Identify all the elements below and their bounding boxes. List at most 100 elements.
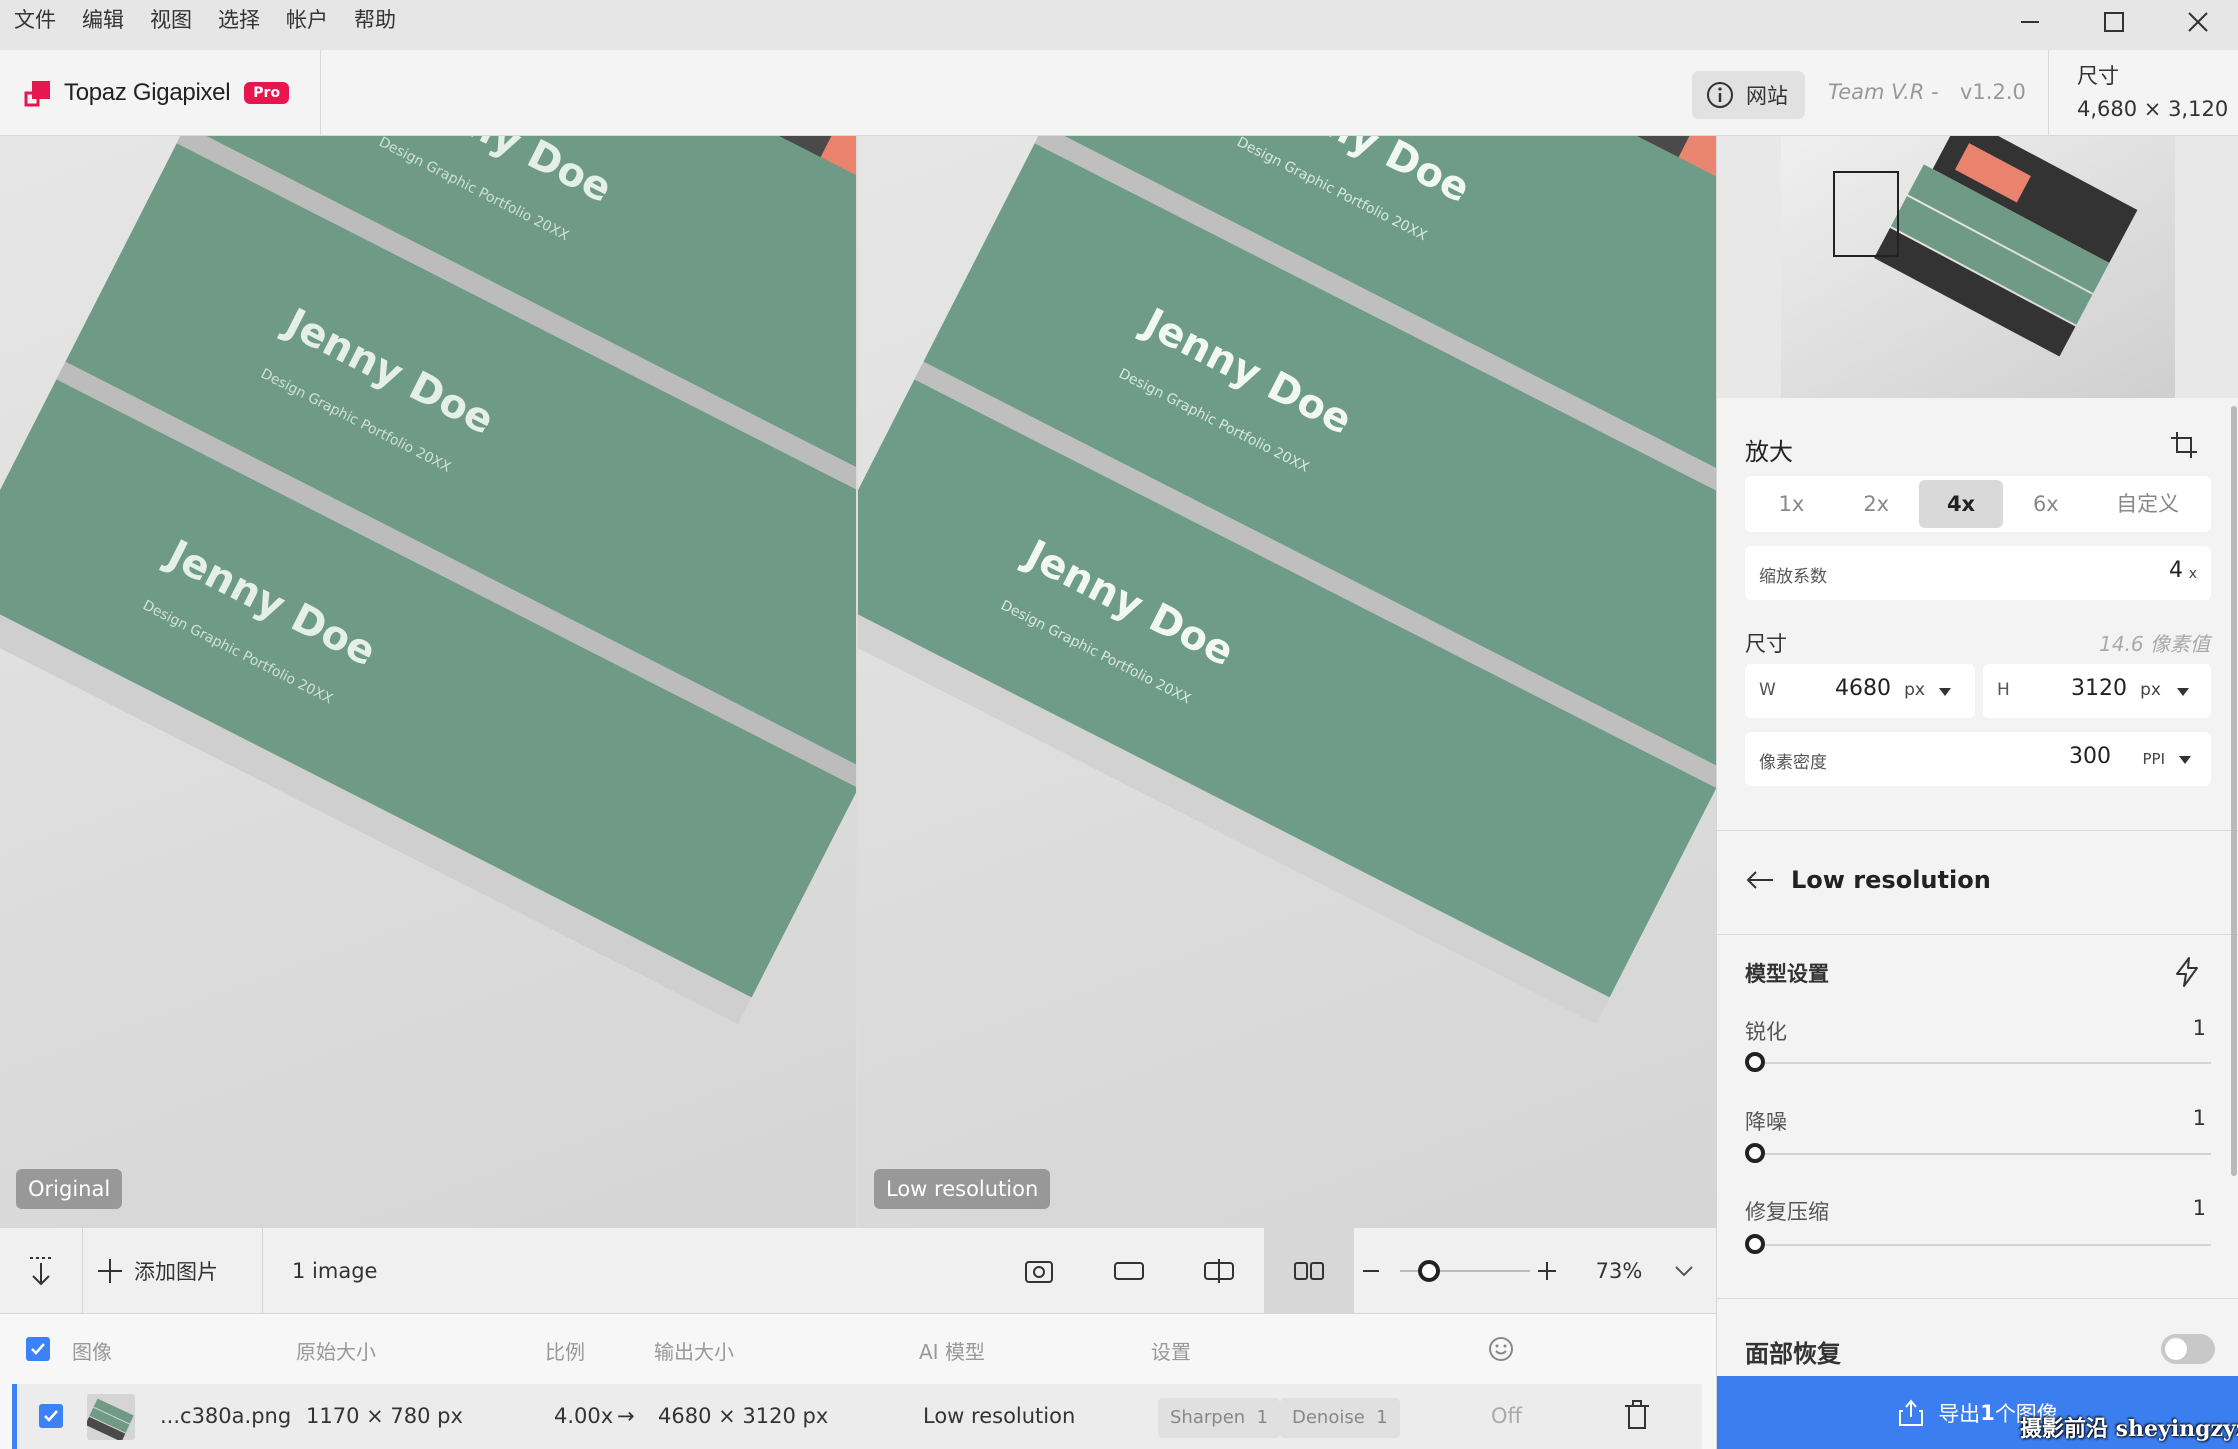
model-back-button[interactable]: Low resolution xyxy=(1745,866,1991,894)
enhanced-pane[interactable]: Jenny Doe Jenny Doe Jenny Doe Design Gra… xyxy=(858,136,1716,1227)
plus-icon xyxy=(1538,1262,1556,1280)
zoom-slider-thumb[interactable] xyxy=(1417,1260,1440,1282)
single-view-button[interactable] xyxy=(1098,1228,1160,1314)
menu-help[interactable]: 帮助 xyxy=(341,0,409,50)
col-image[interactable]: 图像 xyxy=(72,1336,112,1365)
navigator-thumbnail[interactable] xyxy=(1781,136,2175,398)
width-unit: px xyxy=(1904,680,1925,700)
denoise-slider-thumb[interactable] xyxy=(1745,1143,1765,1163)
sharpen-slider-thumb[interactable] xyxy=(1745,1052,1765,1072)
width-unit-caret[interactable] xyxy=(1939,688,1951,696)
table-row[interactable]: ...c380a.png 1170 × 780 px 4.00x → 4680 … xyxy=(12,1384,1702,1449)
original-pane[interactable]: Jenny Doe Jenny Doe Jenny Doe Design Gra… xyxy=(0,136,856,1227)
col-scale[interactable]: 比例 xyxy=(545,1336,585,1365)
height-field[interactable]: H 3120 px xyxy=(1983,664,2211,718)
row-scale: 4.00x xyxy=(554,1404,614,1428)
row-checkbox[interactable] xyxy=(39,1404,63,1428)
panel-scrollbar[interactable] xyxy=(2231,406,2237,1176)
sharpen-pill-label: Sharpen xyxy=(1170,1407,1246,1428)
select-all-checkbox[interactable] xyxy=(26,1337,50,1361)
zoom-level[interactable]: 73% xyxy=(1586,1228,1652,1314)
ppi-label: 像素密度 xyxy=(1759,753,1827,773)
scale-factor-field[interactable]: 缩放系数 4 x xyxy=(1745,546,2211,600)
single-view-icon xyxy=(1114,1262,1144,1280)
version-label: v1.2.0 xyxy=(1960,80,2026,104)
menu-view[interactable]: 视图 xyxy=(137,0,205,50)
zoom-out-button[interactable] xyxy=(1358,1228,1384,1314)
width-value[interactable]: 4680 xyxy=(1835,676,1891,701)
menu-edit[interactable]: 编辑 xyxy=(69,0,137,50)
sharpen-pill: Sharpen 1 xyxy=(1158,1398,1281,1438)
scale-tab-4x[interactable]: 4x xyxy=(1918,480,2004,528)
camera-icon xyxy=(1025,1261,1053,1283)
zoom-dropdown-button[interactable] xyxy=(1664,1228,1704,1314)
ppi-field[interactable]: 像素密度 300 PPI xyxy=(1745,732,2211,786)
col-settings[interactable]: 设置 xyxy=(1151,1336,1191,1365)
denoise-value[interactable]: 1 xyxy=(2193,1106,2206,1130)
menu-file[interactable]: 文件 xyxy=(0,0,69,50)
upscale-title: 放大 xyxy=(1745,438,1793,466)
navigator-viewport[interactable] xyxy=(1833,171,1899,257)
preview-area[interactable]: Jenny Doe Jenny Doe Jenny Doe Design Gra… xyxy=(0,136,1716,1227)
row-face-recovery: Off xyxy=(1491,1404,1522,1428)
compression-value[interactable]: 1 xyxy=(2193,1196,2206,1220)
zoom-in-button[interactable] xyxy=(1534,1228,1560,1314)
dimensions-title: 尺寸 xyxy=(2077,64,2119,88)
menu-account[interactable]: 帐户 xyxy=(273,0,341,50)
check-icon xyxy=(31,1343,45,1355)
close-button[interactable] xyxy=(2156,0,2238,44)
minimize-button[interactable] xyxy=(1988,0,2072,44)
dimensions-value: 4,680 × 3,120 xyxy=(2077,97,2229,121)
delete-button[interactable] xyxy=(1623,1400,1651,1434)
trash-icon xyxy=(1625,1400,1649,1429)
sharpen-slider-track[interactable] xyxy=(1753,1062,2211,1064)
ppi-value[interactable]: 300 xyxy=(2069,744,2111,769)
enhanced-image: Jenny Doe Jenny Doe Jenny Doe Design Gra… xyxy=(858,136,1716,1025)
add-image-button[interactable]: 添加图片 xyxy=(96,1228,256,1314)
enhanced-label: Low resolution xyxy=(874,1169,1051,1209)
side-by-side-button[interactable] xyxy=(1264,1228,1354,1314)
crop-icon[interactable] xyxy=(2169,430,2199,460)
split-view-button[interactable] xyxy=(1188,1228,1250,1314)
scale-tab-6x[interactable]: 6x xyxy=(2003,480,2088,528)
col-ai-model[interactable]: AI 模型 xyxy=(919,1336,985,1365)
height-value[interactable]: 3120 xyxy=(2071,676,2127,701)
height-unit-caret[interactable] xyxy=(2177,688,2189,696)
compression-slider-thumb[interactable] xyxy=(1745,1234,1765,1254)
settings-panel: 放大 1x 2x 4x 6x 自定义 缩放系数 4 x 尺寸 14.6 像素值 … xyxy=(1716,136,2238,1449)
add-image-label: 添加图片 xyxy=(134,1260,218,1284)
screenshot-button[interactable] xyxy=(1008,1228,1070,1314)
sharpen-value[interactable]: 1 xyxy=(2193,1016,2206,1040)
face-recovery-toggle[interactable] xyxy=(2161,1334,2215,1364)
sharpen-pill-value: 1 xyxy=(1256,1407,1269,1428)
menu-bar: 文件 编辑 视图 选择 帐户 帮助 xyxy=(0,0,2238,50)
col-original-size[interactable]: 原始大小 xyxy=(296,1336,376,1365)
denoise-pill-value: 1 xyxy=(1376,1407,1388,1428)
website-button[interactable]: 网站 xyxy=(1692,71,1805,119)
image-count-label: 1 image xyxy=(292,1259,378,1283)
face-icon xyxy=(1489,1337,1513,1361)
width-field[interactable]: W 4680 px xyxy=(1745,664,1975,718)
lightning-icon[interactable] xyxy=(2173,956,2201,988)
export-label-pre: 导出 xyxy=(1938,1401,1981,1426)
collapse-button[interactable] xyxy=(0,1228,82,1314)
row-filename: ...c380a.png xyxy=(160,1404,292,1428)
scale-tab-1x[interactable]: 1x xyxy=(1749,480,1834,528)
scale-factor-unit: x xyxy=(2188,566,2197,582)
compression-label: 修复压缩 xyxy=(1745,1200,1829,1224)
denoise-pill-label: Denoise xyxy=(1292,1407,1365,1428)
maximize-button[interactable] xyxy=(2072,0,2156,44)
app-header: Topaz Gigapixel Pro 网站 Team V.R - v1.2.0… xyxy=(0,50,2238,136)
col-output-size[interactable]: 输出大小 xyxy=(654,1336,734,1365)
arrow-left-icon xyxy=(1746,871,1773,889)
compression-slider-track[interactable] xyxy=(1753,1244,2211,1246)
navigator[interactable] xyxy=(1717,136,2238,398)
menu-select[interactable]: 选择 xyxy=(205,0,273,50)
scale-tab-custom[interactable]: 自定义 xyxy=(2088,480,2207,528)
scale-factor-value[interactable]: 4 xyxy=(2169,558,2183,583)
row-original-size: 1170 × 780 px xyxy=(306,1404,463,1428)
scale-tab-2x[interactable]: 2x xyxy=(1834,480,1919,528)
ppi-unit-caret[interactable] xyxy=(2179,756,2191,764)
denoise-slider-track[interactable] xyxy=(1753,1153,2211,1155)
minimize-icon xyxy=(2021,21,2039,23)
